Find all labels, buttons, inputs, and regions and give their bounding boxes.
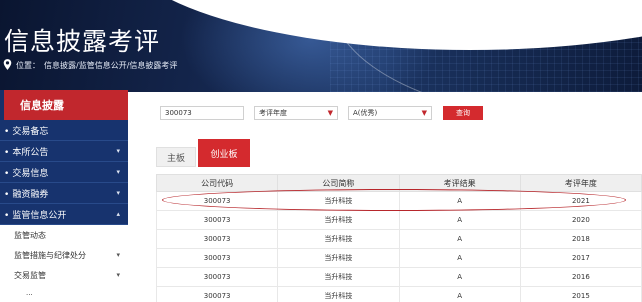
cell-year: 2015 — [519, 286, 642, 302]
column-header[interactable]: 公司代码 — [155, 174, 279, 192]
sidebar-subitem-disciplinary-measures[interactable]: 监管措施与纪律处分 ▾ — [0, 245, 128, 265]
results-table: 公司代码 公司简称 考评结果 考评年度 300073 当升科技 A 2021 3… — [155, 174, 642, 302]
chevron-down-icon: ▾ — [116, 168, 120, 176]
breadcrumb-path[interactable]: 信息披露/监管信息公开/信息披露考评 — [44, 60, 177, 71]
filter-bar: 考评年度 ▼ A(优秀) ▼ 查询 — [160, 106, 483, 120]
table-header-row: 公司代码 公司简称 考评结果 考评年度 — [155, 174, 642, 192]
cell-rating: A — [398, 210, 521, 230]
sidebar-subitem-label: 监管措施与纪律处分 — [14, 250, 86, 260]
table-row: 300073 当升科技 A 2015 — [155, 286, 642, 302]
sidebar-item-regulatory-disclosure[interactable]: 监管信息公开 ▴ — [0, 204, 128, 225]
caret-down-icon: ▼ — [327, 109, 333, 117]
cell-company-name: 当升科技 — [277, 229, 400, 249]
cell-company-code: 300073 — [155, 286, 279, 302]
sidebar-subitem-regulatory-news[interactable]: 监管动态 — [0, 225, 128, 245]
cell-year: 2016 — [519, 267, 642, 287]
sidebar-item-trading-memo[interactable]: 交易备忘 — [0, 120, 128, 141]
tab-main-board[interactable]: 主板 — [156, 147, 196, 167]
cell-company-name: 当升科技 — [277, 267, 400, 287]
results-table-wrapper: 公司代码 公司简称 考评结果 考评年度 300073 当升科技 A 2021 3… — [155, 174, 642, 302]
breadcrumb-prefix: 位置： — [16, 61, 40, 70]
page-banner: 信息披露考评 位置： 信息披露/监管信息公开/信息披露考评 — [0, 0, 642, 92]
tab-chinext-board[interactable]: 创业板 — [198, 139, 250, 167]
cell-company-name: 当升科技 — [277, 191, 400, 211]
result-select-value: A(优秀) — [353, 109, 378, 117]
cell-rating: A — [398, 229, 521, 249]
sidebar-item-announcements[interactable]: 本所公告 ▾ — [0, 141, 128, 162]
chevron-down-icon: ▾ — [116, 271, 120, 279]
cell-company-code: 300073 — [155, 229, 279, 249]
sidebar-item-label: 交易备忘 — [4, 124, 48, 137]
sidebar-subitem-partial[interactable]: ... — [0, 285, 128, 301]
cell-year: 2021 — [519, 191, 642, 211]
cell-year: 2017 — [519, 248, 642, 268]
cell-company-code: 300073 — [155, 191, 279, 211]
table-row: 300073 当升科技 A 2020 — [155, 210, 642, 230]
cell-company-name: 当升科技 — [277, 210, 400, 230]
cell-rating: A — [398, 267, 521, 287]
sidebar-subitem-label: 交易监管 — [14, 270, 46, 280]
caret-down-icon: ▼ — [421, 109, 427, 117]
chevron-up-icon: ▴ — [116, 210, 120, 218]
cell-rating: A — [398, 191, 521, 211]
sidebar-item-label: 交易信息 — [4, 166, 48, 179]
sidebar-subitem-trading-supervision[interactable]: 交易监管 ▾ — [0, 265, 128, 285]
main-content: 考评年度 ▼ A(优秀) ▼ 查询 主板 创业板 公司代码 公司简称 考评结果 … — [142, 92, 642, 302]
location-pin-icon — [3, 59, 12, 72]
year-select-value: 考评年度 — [259, 109, 287, 117]
cell-rating: A — [398, 248, 521, 268]
sidebar-item-label: 监管信息公开 — [4, 208, 66, 221]
table-row: 300073 当升科技 A 2018 — [155, 229, 642, 249]
board-tabs: 主板 创业板 — [156, 139, 250, 167]
chevron-down-icon: ▾ — [116, 189, 120, 197]
sidebar-heading[interactable]: 信息披露 — [0, 90, 128, 120]
year-select[interactable]: 考评年度 ▼ — [254, 106, 338, 120]
company-code-input[interactable] — [160, 106, 244, 120]
column-header[interactable]: 考评结果 — [398, 174, 521, 192]
table-row: 300073 当升科技 A 2021 — [155, 191, 642, 211]
chevron-down-icon: ▾ — [116, 147, 120, 155]
sidebar: 信息披露 交易备忘 本所公告 ▾ 交易信息 ▾ 融资融券 ▾ 监管信息公开 ▴ … — [0, 90, 128, 302]
cell-company-name: 当升科技 — [277, 248, 400, 268]
result-select[interactable]: A(优秀) ▼ — [348, 106, 432, 120]
table-row: 300073 当升科技 A 2017 — [155, 248, 642, 268]
breadcrumb: 位置： 信息披露/监管信息公开/信息披露考评 — [3, 59, 177, 72]
sidebar-item-label: 本所公告 — [4, 145, 48, 158]
sidebar-item-margin-trading[interactable]: 融资融券 ▾ — [0, 183, 128, 204]
page-title: 信息披露考评 — [4, 27, 161, 56]
cell-rating: A — [398, 286, 521, 302]
cell-company-code: 300073 — [155, 210, 279, 230]
table-row: 300073 当升科技 A 2016 — [155, 267, 642, 287]
sidebar-item-trading-info[interactable]: 交易信息 ▾ — [0, 162, 128, 183]
chevron-down-icon: ▾ — [116, 251, 120, 259]
column-header[interactable]: 公司简称 — [277, 174, 400, 192]
cell-year: 2020 — [519, 210, 642, 230]
cell-company-name: 当升科技 — [277, 286, 400, 302]
sidebar-item-label: 融资融券 — [4, 187, 48, 200]
cell-company-code: 300073 — [155, 267, 279, 287]
cell-year: 2018 — [519, 229, 642, 249]
column-header[interactable]: 考评年度 — [519, 174, 642, 192]
query-button[interactable]: 查询 — [443, 106, 483, 120]
cell-company-code: 300073 — [155, 248, 279, 268]
sidebar-subitem-label: 监管动态 — [14, 230, 46, 240]
